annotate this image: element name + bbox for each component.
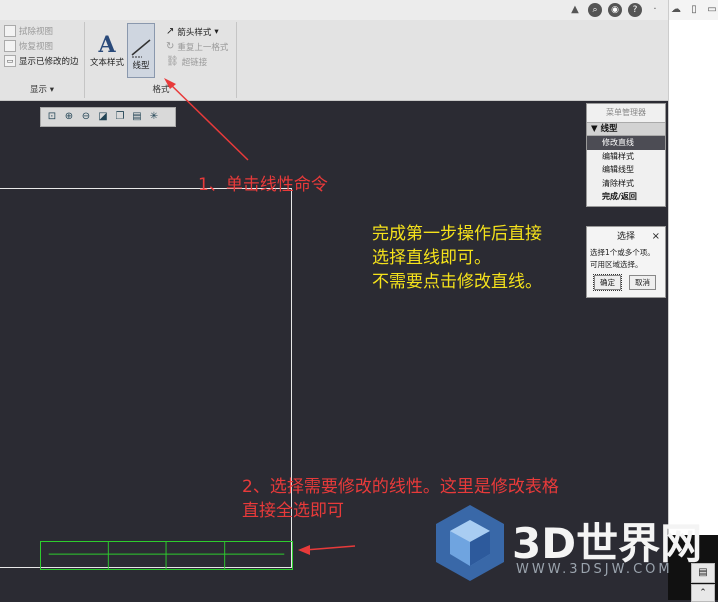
step1-annotation: 1、单击线性命令	[198, 175, 328, 195]
watermark-url: WWW.3DSJW.COM	[516, 562, 673, 577]
back-to-top-icon[interactable]: ⌃	[691, 584, 715, 602]
chat-icon[interactable]: ▤	[691, 563, 715, 583]
note-annotation: 完成第一步操作后直接 选择直线即可。 不需要点击修改直线。	[372, 224, 542, 292]
